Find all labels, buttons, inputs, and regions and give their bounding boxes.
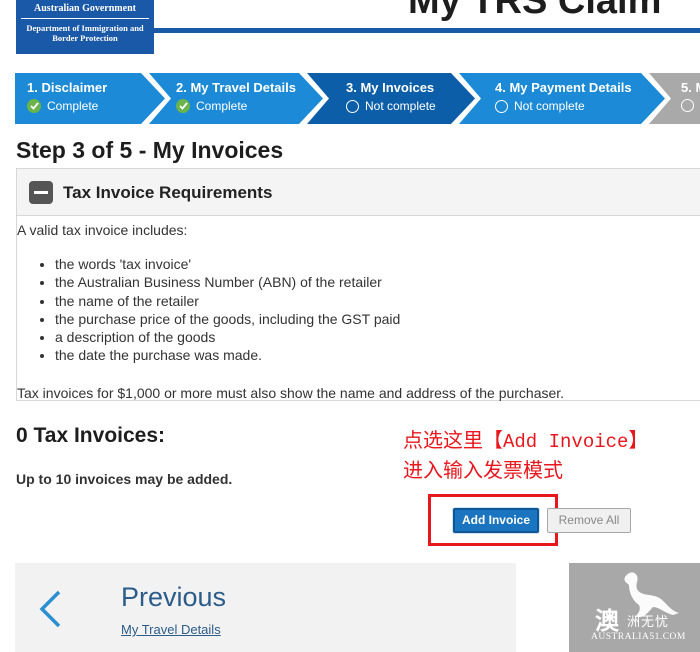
check-icon (27, 99, 41, 113)
step-title: 1. Disclaimer (27, 80, 108, 95)
step-title: 5. M (681, 80, 700, 95)
header-divider (154, 28, 700, 33)
invoice-limit-text: Up to 10 invoices may be added. (16, 471, 233, 487)
collapse-icon[interactable] (29, 181, 53, 204)
step-status: Not complete (495, 99, 585, 113)
circle-icon (681, 99, 694, 112)
invoice-count: 0 Tax Invoices: (16, 424, 166, 447)
step-status-label: Not complete (365, 99, 436, 113)
step-title: 2. My Travel Details (176, 80, 296, 95)
step-disclaimer[interactable]: 1. Disclaimer Complete (15, 73, 167, 124)
step-status-label: Complete (47, 99, 99, 113)
watermark-url: AUSTRALIA51.COM (591, 632, 686, 642)
step-title: 4. My Payment Details (495, 80, 632, 95)
previous-step-card[interactable]: Previous My Travel Details (15, 563, 516, 652)
annotation-prefix: 点选这里【 (403, 428, 503, 452)
government-logo: Australian Government Department of Immi… (16, 0, 154, 54)
step-invoices[interactable]: 3. My Invoices Not complete (307, 73, 477, 124)
step-heading: Step 3 of 5 - My Invoices (16, 137, 284, 163)
watermark-text: 洲无忧 (627, 615, 670, 630)
annotation-line-1: 点选这里【Add Invoice】 (403, 426, 648, 456)
step-status-label: Not complete (514, 99, 585, 113)
circle-icon (495, 99, 508, 113)
previous-link[interactable]: My Travel Details (121, 622, 221, 637)
annotation-code: Add Invoice (503, 431, 629, 453)
list-item: a description of the goods (55, 328, 400, 346)
logo-department-text: Department of Immigration and Border Pro… (26, 23, 144, 43)
chevron-left-icon[interactable] (37, 589, 63, 629)
instruction-annotation: 点选这里【Add Invoice】 进入输入发票模式 (403, 426, 648, 484)
step-status: Not complete (346, 99, 436, 113)
requirements-list: the words 'tax invoice' the Australian B… (55, 255, 400, 365)
step-five[interactable]: 5. M (649, 73, 700, 124)
step-title: 3. My Invoices (346, 80, 435, 95)
step-payment-details[interactable]: 4. My Payment Details Not complete (459, 73, 667, 124)
list-item: the Australian Business Number (ABN) of … (55, 273, 400, 291)
step-status: Complete (176, 99, 247, 113)
list-item: the name of the retailer (55, 292, 400, 310)
accordion-header[interactable]: Tax Invoice Requirements (17, 169, 700, 216)
logo-divider (21, 18, 149, 19)
tax-invoice-requirements-panel: Tax Invoice Requirements A valid tax inv… (16, 168, 700, 401)
annotation-suffix: 】 (628, 428, 649, 452)
previous-title: Previous (121, 582, 227, 612)
circle-icon (346, 99, 359, 113)
logo-government-text: Australian Government (34, 3, 136, 14)
requirements-intro: A valid tax invoice includes: (17, 222, 188, 238)
step-status (681, 99, 694, 112)
watermark-logo: 澳 洲无忧 AUSTRALIA51.COM (569, 563, 700, 652)
step-status: Complete (27, 99, 98, 113)
list-item: the words 'tax invoice' (55, 255, 400, 273)
requirements-note: Tax invoices for $1,000 or more must als… (17, 385, 565, 401)
watermark-character: 澳 (595, 607, 619, 635)
step-status-label: Complete (196, 99, 248, 113)
accordion-title: Tax Invoice Requirements (63, 183, 273, 202)
add-invoice-button[interactable]: Add Invoice (453, 508, 539, 533)
check-icon (176, 99, 190, 113)
list-item: the date the purchase was made. (55, 346, 400, 364)
list-item: the purchase price of the goods, includi… (55, 310, 400, 328)
step-travel-details[interactable]: 2. My Travel Details Complete (149, 73, 325, 124)
page-title: My TRS Claim (408, 0, 662, 22)
remove-all-button[interactable]: Remove All (547, 508, 631, 533)
annotation-line-2: 进入输入发票模式 (403, 458, 563, 482)
progress-steps: 1. Disclaimer Complete 2. My Travel Deta… (15, 73, 700, 124)
